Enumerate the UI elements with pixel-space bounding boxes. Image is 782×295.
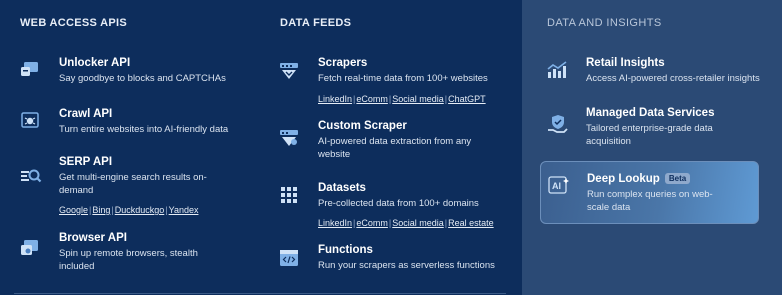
menu-item-datasets[interactable]: Datasets Pre-collected data from 100+ do… <box>279 182 509 232</box>
search-results-icon <box>20 166 42 186</box>
scrapers-title: Scrapers <box>318 57 368 69</box>
crawl-api-title: Crawl API <box>59 108 113 120</box>
scrapers-links: LinkedIn|eComm|Social media|ChatGPT <box>318 94 486 104</box>
deep-lookup-title: Deep Lookup Beta <box>587 173 691 185</box>
grid-dataset-icon <box>279 185 299 205</box>
menu-item-functions[interactable]: Functions Run your scrapers as serverles… <box>279 244 509 276</box>
deep-lookup-desc: Run complex queries on web-scale data <box>587 189 713 213</box>
browser-icon <box>20 238 40 258</box>
data-insights-heading: DATA AND INSIGHTS <box>547 17 662 29</box>
chart-insights-icon <box>547 60 567 80</box>
datasets-title: Datasets <box>318 182 366 194</box>
link-social-media-datasets[interactable]: Social media <box>392 218 444 228</box>
menu-item-deep-lookup[interactable]: AI Deep Lookup Beta Run complex queries o… <box>548 173 753 217</box>
link-social-media[interactable]: Social media <box>392 94 444 104</box>
deep-lookup-card[interactable]: AI Deep Lookup Beta Run complex queries o… <box>540 161 759 224</box>
datasets-desc: Pre-collected data from 100+ domains <box>318 198 479 209</box>
link-linkedin-datasets[interactable]: LinkedIn <box>318 218 352 228</box>
custom-scraper-desc: AI-powered data extraction from any webs… <box>318 136 472 160</box>
functions-desc: Run your scrapers as serverless function… <box>318 260 495 271</box>
unlocker-api-title: Unlocker API <box>59 57 131 69</box>
data-feeds-heading: DATA FEEDS <box>280 17 352 29</box>
menu-item-retail-insights[interactable]: Retail Insights Access AI-powered cross-… <box>547 57 767 91</box>
datasets-links: LinkedIn|eComm|Social media|Real estate <box>318 218 494 228</box>
link-chatgpt[interactable]: ChatGPT <box>448 94 486 104</box>
deep-lookup-title-text: Deep Lookup <box>587 173 660 185</box>
retail-insights-desc: Access AI-powered cross-retailer insight… <box>586 73 760 84</box>
link-yandex[interactable]: Yandex <box>169 205 199 215</box>
crawl-bug-icon <box>20 110 40 130</box>
code-functions-icon <box>279 248 299 268</box>
link-google[interactable]: Google <box>59 205 88 215</box>
serp-api-title: SERP API <box>59 156 113 168</box>
serp-api-desc: Get multi-engine search results on-deman… <box>59 172 207 196</box>
managed-data-services-title: Managed Data Services <box>586 107 715 119</box>
link-duckduckgo[interactable]: Duckduckgo <box>115 205 165 215</box>
menu-item-managed-data-services[interactable]: Managed Data Services Tailored enterpris… <box>547 107 767 151</box>
hand-shield-icon <box>547 113 568 133</box>
custom-scraper-title: Custom Scraper <box>318 120 407 132</box>
scrapers-desc: Fetch real-time data from 100+ websites <box>318 73 488 84</box>
custom-scraper-icon <box>279 128 299 148</box>
unlocker-api-desc: Say goodbye to blocks and CAPTCHAs <box>59 73 226 84</box>
scraper-icon <box>279 61 299 81</box>
beta-badge: Beta <box>664 173 691 184</box>
managed-data-services-desc: Tailored enterprise-grade data acquisiti… <box>586 123 713 147</box>
menu-item-browser-api[interactable]: Browser API Spin up remote browsers, ste… <box>20 232 250 276</box>
ai-lookup-icon: AI <box>548 176 569 196</box>
unlock-icon <box>20 59 40 79</box>
retail-insights-title: Retail Insights <box>586 57 665 69</box>
bottom-divider <box>14 293 506 294</box>
browser-api-title: Browser API <box>59 232 127 244</box>
menu-item-scrapers[interactable]: Scrapers Fetch real-time data from 100+ … <box>279 57 509 107</box>
link-ecomm-datasets[interactable]: eComm <box>356 218 388 228</box>
browser-api-desc: Spin up remote browsers, stealth include… <box>59 248 198 272</box>
crawl-api-desc: Turn entire websites into AI-friendly da… <box>59 124 229 135</box>
menu-item-crawl-api[interactable]: Crawl API Turn entire websites into AI-f… <box>20 108 250 142</box>
menu-item-custom-scraper[interactable]: Custom Scraper AI-powered data extractio… <box>279 120 509 164</box>
functions-title: Functions <box>318 244 373 256</box>
serp-api-links: Google|Bing|Duckduckgo|Yandex <box>59 205 199 215</box>
link-ecomm[interactable]: eComm <box>356 94 388 104</box>
menu-item-unlocker-api[interactable]: Unlocker API Say goodbye to blocks and C… <box>20 57 250 91</box>
menu-item-serp-api[interactable]: SERP API Get multi-engine search results… <box>20 156 250 218</box>
svg-text:AI: AI <box>552 181 561 191</box>
link-bing[interactable]: Bing <box>92 205 110 215</box>
link-linkedin[interactable]: LinkedIn <box>318 94 352 104</box>
link-real-estate[interactable]: Real estate <box>448 218 494 228</box>
web-access-heading: WEB ACCESS APIS <box>20 17 127 29</box>
